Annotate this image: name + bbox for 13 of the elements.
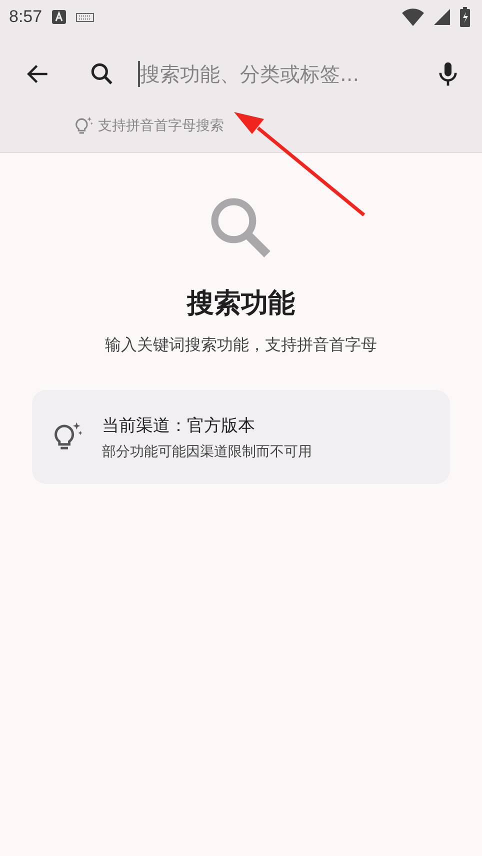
channel-title: 当前渠道：官方版本 xyxy=(102,414,256,436)
empty-title: 搜索功能 xyxy=(187,287,295,321)
keyboard-icon xyxy=(76,12,94,22)
battery-icon xyxy=(460,7,470,27)
signal-icon xyxy=(434,9,450,25)
lightbulb-icon xyxy=(74,116,94,136)
channel-note: 部分功能可能因渠道限制而不可用 xyxy=(102,442,312,460)
search-field[interactable]: 搜索功能、分类或标签... xyxy=(138,61,426,87)
wifi-icon xyxy=(402,8,424,26)
search-hint: 支持拼音首字母搜索 xyxy=(98,117,224,135)
notification-icon xyxy=(52,10,66,24)
status-time: 8:57 xyxy=(9,7,42,27)
empty-subtitle: 输入关键词搜索功能，支持拼音首字母 xyxy=(105,335,377,356)
